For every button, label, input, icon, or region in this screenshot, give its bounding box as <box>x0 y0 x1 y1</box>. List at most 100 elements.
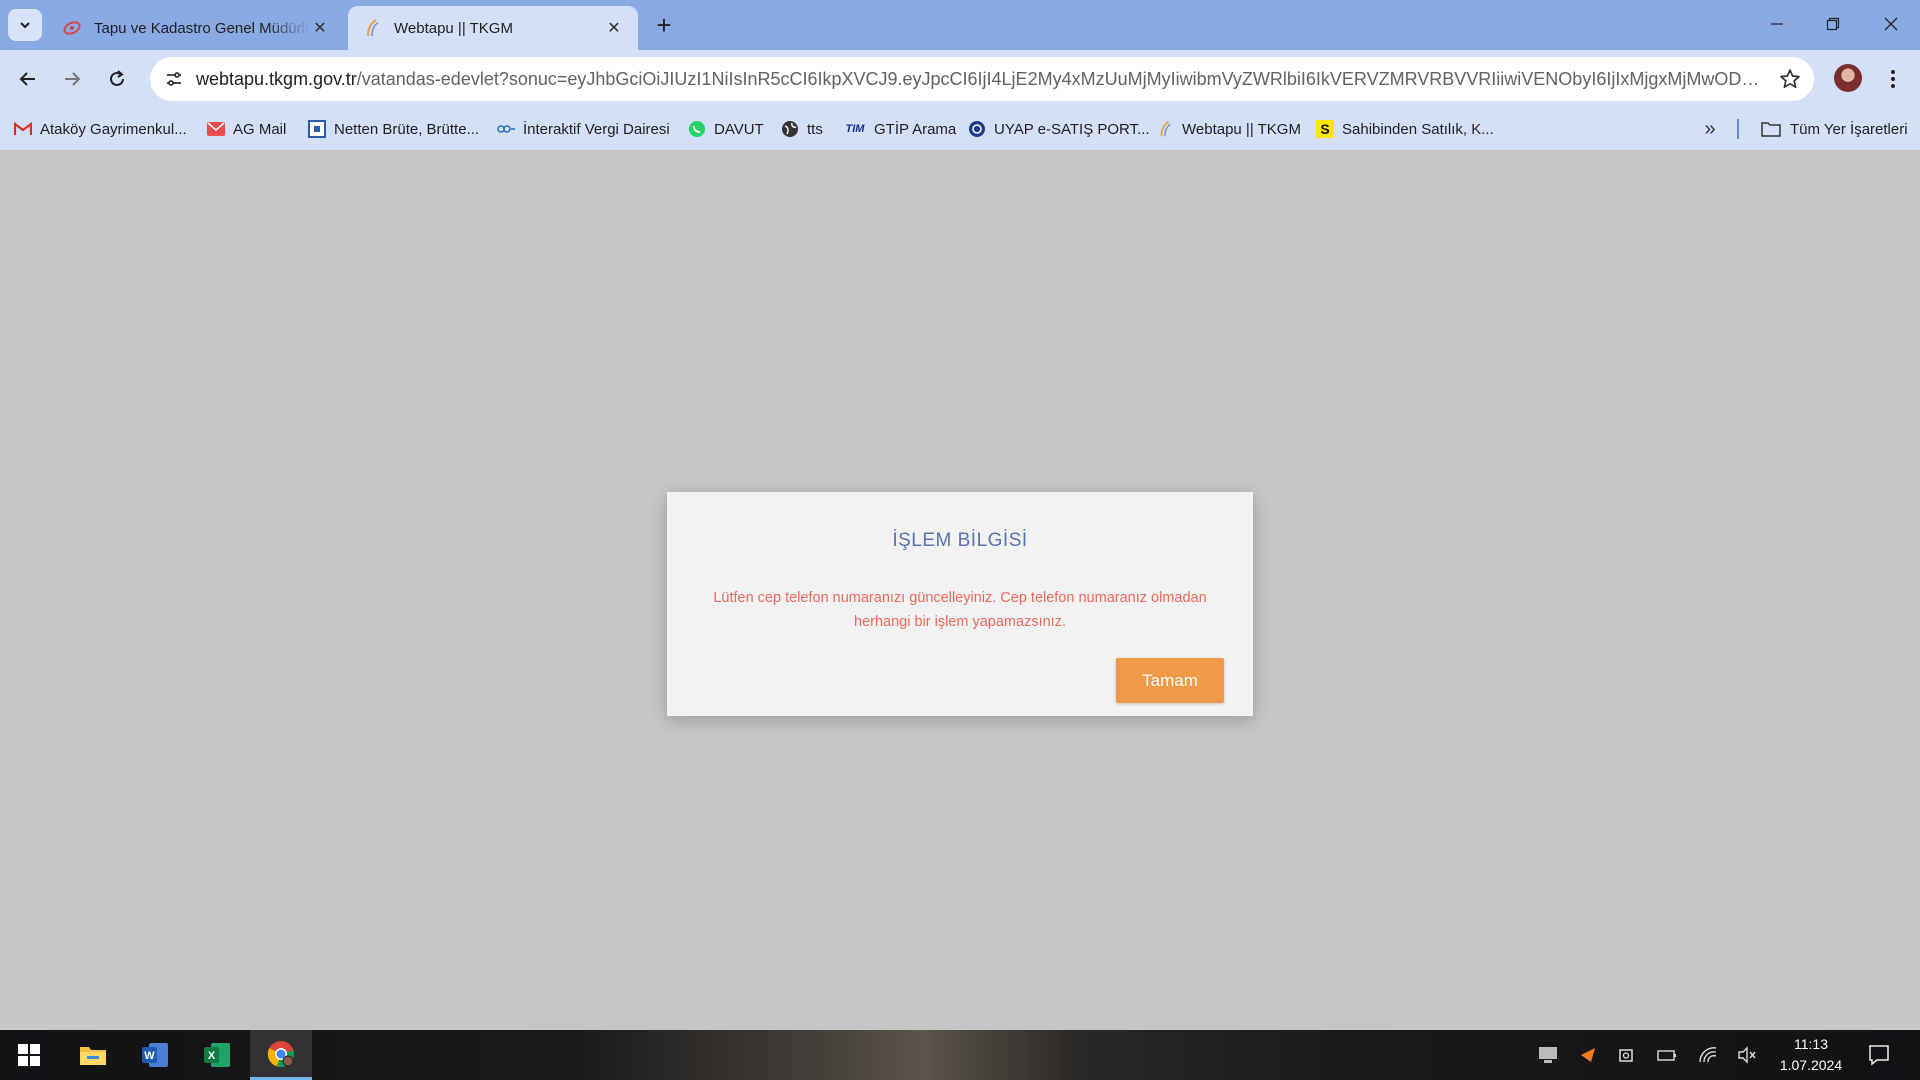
minimize-icon <box>1771 23 1783 25</box>
browser-menu-button[interactable] <box>1878 63 1908 95</box>
bookmark-label: Netten Brüte, Brütte... <box>334 120 480 138</box>
bookmark-interaktif-vergi[interactable]: İnteraktif Vergi Dairesi <box>497 117 670 141</box>
restore-icon <box>1826 17 1840 31</box>
arrow-left-icon <box>19 72 35 86</box>
dialog-message: Lütfen cep telefon numaranızı güncelleyi… <box>713 590 1207 630</box>
battery-icon[interactable] <box>1656 1044 1678 1066</box>
tkgm-favicon-icon <box>62 18 82 38</box>
ok-button[interactable]: Tamam <box>1116 658 1224 703</box>
bookmark-label: GTİP Arama <box>874 120 957 138</box>
bookmark-ag-mail[interactable]: AG Mail <box>207 117 286 141</box>
tray-display-icon[interactable] <box>1537 1044 1559 1066</box>
browser-toolbar: webtapu.tkgm.gov.tr/vatandas-edevlet?son… <box>0 50 1920 108</box>
notification-icon <box>1869 1045 1889 1066</box>
folder-icon <box>1760 120 1782 138</box>
star-icon <box>1780 69 1800 89</box>
bookmark-label: tts <box>807 120 823 138</box>
close-icon[interactable]: ✕ <box>604 18 624 38</box>
tab-tapu-kadastro[interactable]: Tapu ve Kadastro Genel Müdürlüğü ✕ <box>48 6 344 50</box>
chevron-down-icon <box>20 22 30 29</box>
bookmark-label: Webtapu || TKGM <box>1182 120 1301 138</box>
tune-icon <box>167 72 181 86</box>
mail-icon <box>207 120 225 138</box>
arrow-right-icon <box>65 72 81 86</box>
webtapu-favicon-icon <box>362 18 382 38</box>
ivd-icon <box>497 120 515 138</box>
svg-text:X: X <box>208 1050 216 1062</box>
bookmark-uyap[interactable]: UYAP e-SATIŞ PORT... <box>968 117 1150 141</box>
address-bar[interactable]: webtapu.tkgm.gov.tr/vatandas-edevlet?son… <box>150 57 1814 101</box>
bookmark-label: UYAP e-SATIŞ PORT... <box>994 120 1150 138</box>
file-explorer-icon <box>80 1047 106 1065</box>
restore-button[interactable] <box>1808 6 1858 42</box>
tab-search-button[interactable] <box>8 9 42 41</box>
tab-webtapu[interactable]: Webtapu || TKGM ✕ <box>348 6 638 50</box>
all-bookmarks-folder[interactable]: Tüm Yer İşaretleri <box>1760 117 1908 141</box>
windows-taskbar: W X 11:13 1.07.2024 <box>0 1030 1920 1080</box>
plus-icon: + <box>656 10 672 40</box>
double-chevron-right-icon: » <box>1704 117 1716 140</box>
taskbar-clock[interactable]: 11:13 1.07.2024 <box>1770 1034 1852 1076</box>
bookmark-star-button[interactable] <box>1778 67 1802 91</box>
bookmark-label: Sahibinden Satılık, K... <box>1342 120 1494 138</box>
new-tab-button[interactable]: + <box>650 11 678 39</box>
dialog-title: İŞLEM BİLGİSİ <box>892 530 1028 551</box>
url-host: webtapu.tkgm.gov.tr <box>196 68 357 89</box>
bookmark-gtip-arama[interactable]: TIM GTİP Arama <box>844 117 957 141</box>
url-text[interactable]: webtapu.tkgm.gov.tr/vatandas-edevlet?son… <box>196 69 1766 90</box>
wifi-icon[interactable] <box>1697 1044 1719 1066</box>
tray-camera-icon[interactable] <box>1616 1044 1638 1066</box>
minimize-button[interactable] <box>1752 6 1802 42</box>
taskbar-file-explorer[interactable] <box>64 1030 122 1080</box>
info-dialog: İŞLEM BİLGİSİ Lütfen cep telefon numaran… <box>667 492 1253 716</box>
bookmark-label: İnteraktif Vergi Dairesi <box>523 120 670 138</box>
close-icon <box>1884 17 1898 31</box>
close-window-button[interactable] <box>1866 6 1916 42</box>
sahibinden-icon: S <box>1316 120 1334 138</box>
tim-icon: TIM <box>845 123 865 135</box>
tab-strip: Tapu ve Kadastro Genel Müdürlüğü ✕ Webta… <box>0 0 1920 50</box>
reload-button[interactable] <box>101 63 133 95</box>
bookmarks-bar: Ataköy Gayrimenkul... AG Mail Netten Brü… <box>0 108 1920 150</box>
bookmark-netten-brute[interactable]: Netten Brüte, Brütte... <box>308 117 479 141</box>
bookmark-label: Ataköy Gayrimenkul... <box>40 120 187 138</box>
close-icon[interactable]: ✕ <box>310 18 330 38</box>
speaker-muted-icon[interactable] <box>1736 1044 1758 1066</box>
bookmarks-overflow-button[interactable]: » <box>1698 117 1722 141</box>
bookmark-label: AG Mail <box>233 120 287 138</box>
bookmark-tts[interactable]: tts <box>781 117 823 141</box>
uyap-icon <box>968 120 986 138</box>
more-vertical-icon <box>1891 70 1895 88</box>
whatsapp-icon <box>688 120 706 138</box>
taskbar-excel[interactable]: X <box>188 1030 246 1080</box>
bookmark-webtapu[interactable]: Webtapu || TKGM <box>1156 117 1301 141</box>
site-info-button[interactable] <box>158 63 190 95</box>
tab-title: Webtapu || TKGM <box>394 19 513 37</box>
chrome-icon <box>267 1040 294 1067</box>
calculator-icon <box>308 120 326 138</box>
start-icon <box>18 1044 40 1066</box>
page-overlay: İŞLEM BİLGİSİ Lütfen cep telefon numaran… <box>0 150 1920 1030</box>
profile-avatar[interactable] <box>1834 64 1862 92</box>
bookmark-label: DAVUT <box>714 120 764 138</box>
notification-center-button[interactable] <box>1866 1042 1892 1068</box>
clock-date: 1.07.2024 <box>1779 1057 1843 1073</box>
taskbar-chrome[interactable] <box>250 1030 312 1080</box>
bookmark-atakoy[interactable]: Ataköy Gayrimenkul... <box>14 117 187 141</box>
taskbar-word[interactable]: W <box>126 1030 184 1080</box>
bookmark-sahibinden[interactable]: S Sahibinden Satılık, K... <box>1316 117 1494 141</box>
back-button[interactable] <box>12 63 44 95</box>
url-path: /vatandas-edevlet?sonuc=eyJhbGciOiJIUzI1… <box>356 68 1766 89</box>
tray-avast-icon[interactable] <box>1577 1044 1599 1066</box>
globe-icon <box>781 120 799 138</box>
forward-button[interactable] <box>56 63 88 95</box>
webtapu-icon <box>1156 120 1174 138</box>
svg-text:W: W <box>144 1050 155 1062</box>
start-button[interactable] <box>0 1030 58 1080</box>
clock-time: 11:13 <box>1794 1036 1828 1052</box>
reload-icon <box>110 70 124 86</box>
gmail-icon <box>14 120 32 138</box>
excel-icon: X <box>204 1043 230 1067</box>
word-icon: W <box>142 1043 168 1067</box>
bookmark-davut[interactable]: DAVUT <box>688 117 764 141</box>
